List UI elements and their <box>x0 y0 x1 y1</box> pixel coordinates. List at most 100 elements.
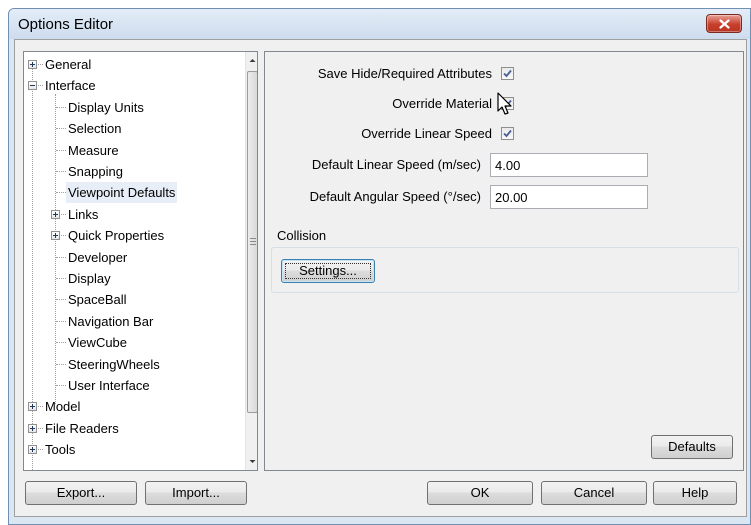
tree-connector <box>56 149 66 151</box>
default-linear-speed-label: Default Linear Speed (m/sec) <box>311 157 481 172</box>
defaults-button[interactable]: Defaults <box>651 435 733 459</box>
tree-item-label: Snapping <box>68 164 123 179</box>
override-linear-speed-label: Override Linear Speed <box>361 126 492 141</box>
mouse-pointer-icon <box>497 92 512 115</box>
tree-item[interactable]: Model <box>24 396 244 417</box>
tree-item[interactable]: Quick Properties <box>24 225 244 246</box>
title-bar[interactable]: Options Editor <box>9 9 750 39</box>
expand-plus-icon[interactable] <box>51 209 60 219</box>
scroll-thumb[interactable] <box>247 71 257 413</box>
tree-item-label: Quick Properties <box>68 228 165 244</box>
tree-item[interactable]: File Readers <box>24 418 244 439</box>
expand-plus-icon[interactable] <box>51 231 60 241</box>
ok-button-label: OK <box>470 485 490 500</box>
tree-item[interactable]: Display <box>24 268 244 289</box>
options-tree[interactable]: General Interface Display Units Selection Me… <box>23 51 258 471</box>
default-angular-speed-label: Default Angular Speed (°/sec) <box>309 189 481 204</box>
tree-connector <box>56 320 66 322</box>
tree-item-label: Navigation Bar <box>68 313 154 329</box>
tree-item[interactable]: ViewCube <box>24 332 244 353</box>
tree-item-label: Interface <box>45 78 96 94</box>
expand-plus-icon[interactable] <box>28 445 37 455</box>
scroll-up-arrow[interactable] <box>246 52 257 69</box>
tree-item[interactable]: Interface <box>24 75 244 96</box>
close-button[interactable] <box>706 14 742 33</box>
tree-item-label: Measure <box>68 142 119 158</box>
grip-line <box>250 241 256 242</box>
tree-item[interactable]: Navigation Bar <box>24 311 244 332</box>
tree-scrollbar[interactable] <box>245 52 257 470</box>
tree-connector <box>56 256 66 258</box>
save-hide-required-checkbox[interactable] <box>501 67 514 80</box>
tree-item-label: Model <box>45 399 81 415</box>
tree-item[interactable]: Measure <box>24 140 244 161</box>
tree-item[interactable]: General <box>24 54 244 75</box>
tree-item-label: Selection <box>68 121 122 137</box>
tree-item[interactable]: Selection <box>24 118 244 139</box>
tree-item-label: Viewpoint Defaults <box>66 182 178 204</box>
tree-connector <box>56 278 66 279</box>
tree-item-label: Developer <box>68 249 128 265</box>
tree-connector <box>56 192 66 194</box>
ok-button[interactable]: OK <box>427 481 533 505</box>
tree-item-label: General <box>45 57 92 72</box>
checkmark-icon <box>503 129 512 138</box>
window-title: Options Editor <box>18 16 114 33</box>
grip-line <box>250 244 256 245</box>
expand-plus-icon[interactable] <box>28 402 37 412</box>
tree-item[interactable]: Developer <box>24 247 244 268</box>
tree-item-label: Display <box>68 271 111 286</box>
collision-settings-button[interactable]: Settings... <box>281 259 375 283</box>
tree-item-label: SpaceBall <box>68 292 127 308</box>
tree-item-label: Links <box>68 206 99 222</box>
cancel-button[interactable]: Cancel <box>541 481 647 505</box>
options-editor-window: Options Editor General Interface Display U… <box>8 8 751 525</box>
scroll-down-arrow[interactable] <box>246 453 257 470</box>
tree-connector <box>56 363 66 365</box>
tree-item[interactable]: SpaceBall <box>24 289 244 310</box>
expand-plus-icon[interactable] <box>28 423 37 433</box>
tree-item[interactable]: Viewpoint Defaults <box>24 182 244 204</box>
tree-item-label: Display Units <box>68 99 144 115</box>
tree-item-label: File Readers <box>45 420 119 436</box>
tree-item[interactable]: User Interface <box>24 375 244 396</box>
tree-item-label: ViewCube <box>68 335 128 351</box>
dialog-client-area: General Interface Display Units Selection Me… <box>14 39 747 517</box>
default-linear-speed-input[interactable] <box>490 153 648 177</box>
expand-plus-icon[interactable] <box>28 60 37 69</box>
focus-rectangle <box>285 263 371 279</box>
tree-connector <box>56 128 66 130</box>
export-button[interactable]: Export... <box>25 481 137 505</box>
help-button-label: Help <box>681 485 709 500</box>
override-linear-speed-checkbox[interactable] <box>501 127 514 140</box>
tree-item[interactable]: Links <box>24 204 244 225</box>
import-button-label: Import... <box>172 485 220 500</box>
override-material-label: Override Material <box>392 96 492 111</box>
help-button[interactable]: Help <box>653 481 737 505</box>
export-button-label: Export... <box>56 485 106 500</box>
triangle-up-icon <box>249 59 256 62</box>
tree-item[interactable]: Tools <box>24 439 244 460</box>
tree-item[interactable]: Display Units <box>24 97 244 118</box>
tree-item-label: Tools <box>45 442 76 458</box>
tree-connector <box>56 342 66 344</box>
collision-group-title: Collision <box>275 228 329 243</box>
close-icon <box>719 19 730 29</box>
tree-connector <box>56 385 66 386</box>
grip-line <box>250 238 256 239</box>
defaults-button-label: Defaults <box>668 439 716 454</box>
save-hide-required-label: Save Hide/Required Attributes <box>317 66 492 81</box>
import-button[interactable]: Import... <box>145 481 247 505</box>
cancel-button-label: Cancel <box>573 485 615 500</box>
triangle-down-icon <box>249 460 256 463</box>
checkmark-icon <box>503 69 512 78</box>
tree-connector <box>56 299 66 301</box>
tree-item-label: User Interface <box>68 378 150 393</box>
tree-item[interactable]: Snapping <box>24 161 244 182</box>
tree-item[interactable]: SteeringWheels <box>24 354 244 375</box>
tree-connector <box>56 106 66 108</box>
collapse-minus-icon[interactable] <box>28 81 37 91</box>
tree-connector <box>56 171 66 172</box>
tree-item-label: SteeringWheels <box>68 356 160 372</box>
default-angular-speed-input[interactable] <box>490 185 648 209</box>
